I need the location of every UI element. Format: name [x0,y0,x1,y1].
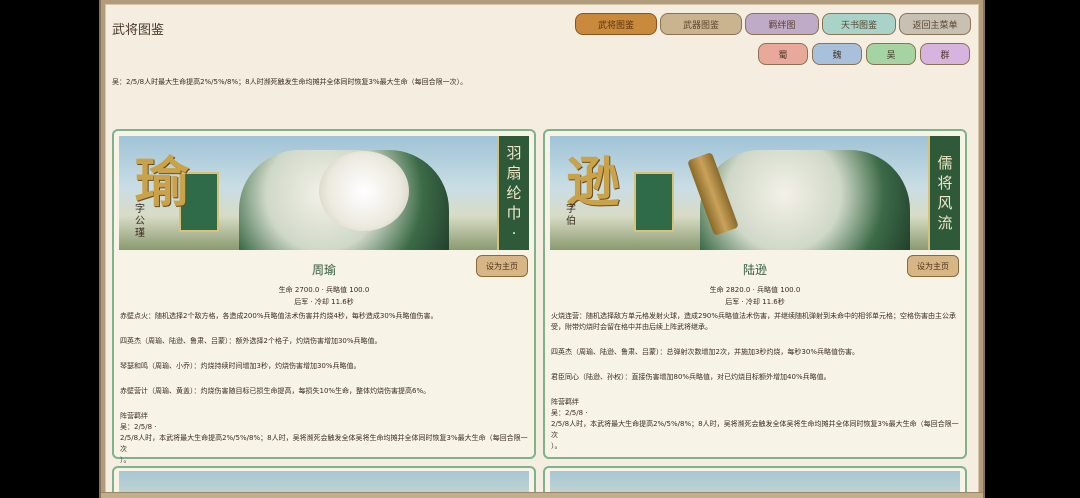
bottom-border [101,492,983,498]
skill-description: 赤壁点火：随机选择2个敌方格，各造成200%兵略值法术伤害并灼烧4秒，每秒造成3… [120,311,528,466]
camp-bond-title: 阵营羁绊 [551,398,579,406]
general-card-zhouyu: 瑜 字公瑾 羽 扇 纶 巾 · 设为主页 周瑜 生命 2700.0 · 兵略值 … [112,129,536,464]
side-title-char: 将 [937,174,953,192]
general-card-luxun: 逊 字伯 儒 将 风 流 设为主页 陆逊 生命 2820.0 · 兵略值 100… [543,129,967,459]
side-title-char: 儒 [937,154,953,172]
tab-bond-map[interactable]: 羁绊图 [745,13,819,35]
general-card-next [543,466,967,493]
skill-text: 君臣同心（陆逊、孙权）：直接伤害增加80%兵略值，对已灼烧目标额外增加40%兵略… [551,373,831,381]
general-figure [700,150,910,250]
tab-book-gallery[interactable]: 天书图鉴 [822,13,896,35]
general-portrait: 逊 字伯 儒 将 风 流 [550,136,960,250]
stat-line: 后军 · 冷却 11.6秒 [294,298,354,306]
general-stats: 生命 2820.0 · 兵略值 100.0 后军 · 冷却 11.6秒 [545,284,965,308]
skill-text: 赤壁点火：随机选择2个敌方格，各造成200%兵略值法术伤害并灼烧4秒，每秒造成3… [120,312,438,320]
tab-weapon-gallery[interactable]: 武器图鉴 [660,13,742,35]
portrait-courtesy-name: 字伯 [566,204,576,227]
skill-description: 火烧连营：随机选择敌方单元格发射火球，造成290%兵略值法术伤害，并继续随机弹射… [551,311,959,452]
camp-bond-text: 2/5/8人时，本武将最大生命提高2%/5%/8%；8人时，吴将濒死会触发全体吴… [120,434,528,453]
gallery-panel: 武将图鉴 武将图鉴 武器图鉴 羁绊图 天书图鉴 返回主菜单 蜀 魏 吴 群 吴：… [105,4,979,494]
camp-bond-text-end: ）。 [120,456,131,464]
app-frame: 武将图鉴 武将图鉴 武器图鉴 羁绊图 天书图鉴 返回主菜单 蜀 魏 吴 群 吴：… [99,0,985,498]
tab-general-gallery[interactable]: 武将图鉴 [575,13,657,35]
side-title-char: 风 [937,194,953,212]
general-card-next [112,466,536,493]
page-title: 武将图鉴 [112,23,165,38]
stat-line: 后军 · 冷却 11.6秒 [725,298,785,306]
back-to-main-menu-button[interactable]: 返回主菜单 [899,13,971,35]
faction-wei-button[interactable]: 魏 [812,43,862,65]
side-title-char: 流 [937,214,953,232]
stat-line: 生命 2700.0 · 兵略值 100.0 [278,286,370,294]
skill-text: 琴瑟和鸣（周瑜、小乔）：灼烧持续时间增加3秒，灼烧伤害增加30%兵略值。 [120,362,361,370]
skill-text: 火烧连营：随机选择敌方单元格发射火球，造成290%兵略值法术伤害，并继续随机弹射… [551,312,957,331]
side-title-char: 巾 [506,204,522,222]
camp-bond-title: 阵营羁绊 [120,412,148,420]
camp-bond-line: 吴：2/5/8 · [120,423,157,431]
feather-fan-image [319,151,409,231]
side-title-char: 纶 [506,184,522,202]
general-portrait [119,471,529,493]
faction-shu-button[interactable]: 蜀 [758,43,808,65]
general-portrait [550,471,960,493]
portrait-side-title: 羽 扇 纶 巾 · [497,136,529,250]
side-title-char: 扇 [506,164,522,182]
general-portrait: 瑜 字公瑾 羽 扇 纶 巾 · [119,136,529,250]
faction-qun-button[interactable]: 群 [920,43,970,65]
skill-text: 赤壁营计（周瑜、黄盖）：灼烧伤害随目标已损生命提高，每损失10%生命，整体灼烧伤… [120,387,431,395]
general-name: 陆逊 [742,263,767,277]
faction-wu-button[interactable]: 吴 [866,43,916,65]
skill-text: 四英杰（周瑜、陆逊、鲁肃、吕蒙）：额外选择2个格子，灼烧伤害增加30%兵略值。 [120,337,382,345]
general-name: 周瑜 [311,263,336,277]
faction-bond-summary: 吴：2/5/8人时最大生命提高2%/5%/8%；8人时濒死触发生命均摊并全体同时… [112,78,468,86]
portrait-courtesy-name: 字公瑾 [135,204,145,239]
camp-bond-text-end: ）。 [551,442,562,450]
camp-bond-text: 2/5/8人时，本武将最大生命提高2%/5%/8%；8人时，吴将濒死会触发全体吴… [551,420,959,439]
camp-bond-line: 吴：2/5/8 · [551,409,588,417]
side-title-char: 羽 [506,144,522,162]
general-stats: 生命 2700.0 · 兵略值 100.0 后军 · 冷却 11.6秒 [114,284,534,308]
portrait-side-title: 儒 将 风 流 [928,136,960,250]
skill-text: 四英杰（周瑜、陆逊、鲁肃、吕蒙）：总弹射次数增加2次，并施加3秒灼烧，每秒30%… [551,348,859,356]
flag-decoration [634,172,674,232]
side-title-char: · [511,224,517,242]
stat-line: 生命 2820.0 · 兵略值 100.0 [709,286,801,294]
